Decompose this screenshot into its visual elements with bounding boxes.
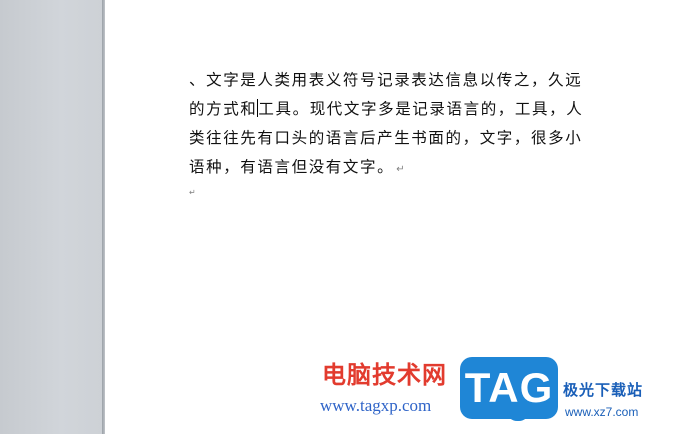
workspace-margin: [0, 0, 102, 434]
watermark-brand-cn: 电脑技术网: [322, 361, 447, 389]
text-line-1[interactable]: 、文字是人类用表义符号记录表达信息以传之，久远: [189, 66, 589, 95]
watermark-site-cn: 极光下载站: [563, 381, 644, 399]
text-line-2-end: 工具。现代文字多是记录语言的，工具，人: [258, 100, 584, 118]
watermark-logo-swirl-icon: [507, 409, 529, 421]
document-text[interactable]: 、文字是人类用表义符号记录表达信息以传之，久远 的方式和工具。现代文字多是记录语…: [189, 66, 589, 184]
text-line-4[interactable]: 语种，有语言但没有文字。 ↵: [189, 153, 589, 184]
watermark-site-url: www.xz7.com: [565, 405, 639, 419]
text-line-2-start: 的方式和: [189, 100, 258, 118]
text-line-3[interactable]: 类往往先有口头的语言后产生书面的，文字，很多小: [189, 124, 589, 153]
paragraph-mark-icon: ↵: [396, 164, 405, 175]
watermark-brand-url: www.tagxp.com: [320, 396, 432, 415]
document-page[interactable]: 、文字是人类用表义符号记录表达信息以传之，久远 的方式和工具。现代文字多是记录语…: [105, 0, 677, 434]
text-line-2[interactable]: 的方式和工具。现代文字多是记录语言的，工具，人: [189, 95, 589, 124]
empty-paragraph-mark-icon: ↵: [189, 188, 196, 197]
text-line-4-content: 语种，有语言但没有文字。: [189, 158, 395, 176]
